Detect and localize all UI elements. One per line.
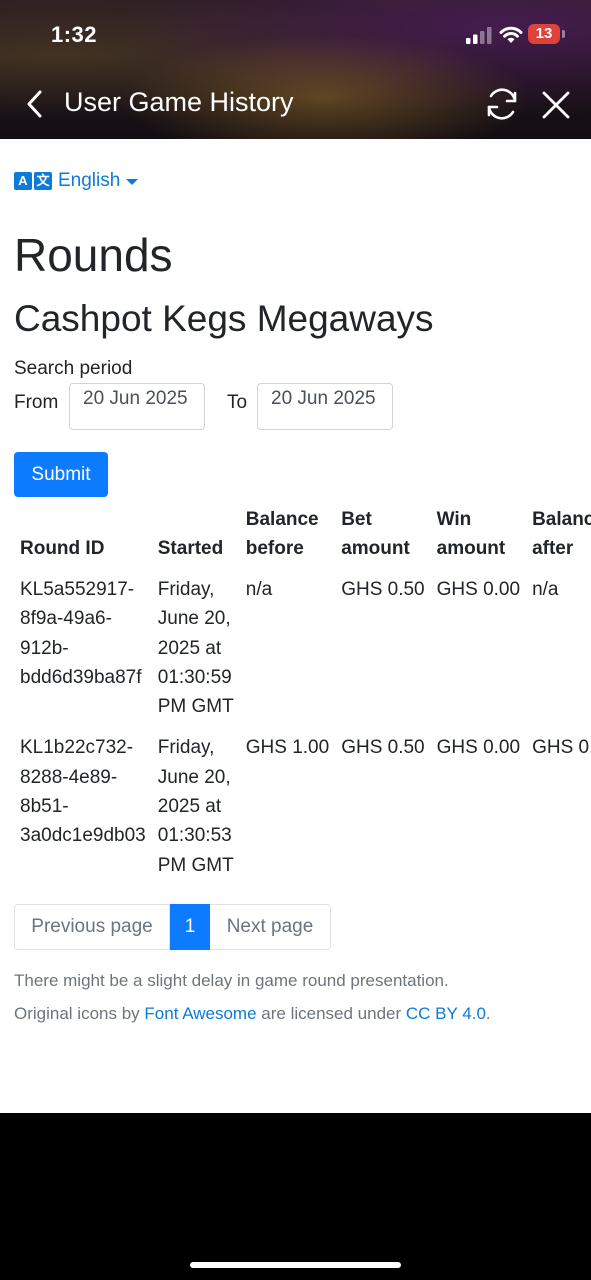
header-balance-after: Balance after [526, 501, 591, 569]
font-awesome-link[interactable]: Font Awesome [144, 1004, 256, 1023]
game-title: Cashpot Kegs Megaways [14, 298, 434, 339]
started-line: June 20, [157, 766, 231, 788]
started-line: Friday, [157, 737, 215, 759]
balance-before-cell: GHS 1.00 [245, 737, 330, 759]
language-selector[interactable]: A 文 English [14, 168, 139, 194]
started-cell: Friday, June 20, 2025 at 01:30:59 PM GMT [152, 569, 240, 727]
to-date-input[interactable]: 20 Jun 2025 [257, 383, 393, 430]
search-period-label: Search period [14, 358, 133, 379]
started-line: 2025 at [157, 637, 222, 659]
table-row[interactable]: KL1b22c732- 8288-4e89- 8b51- 3a0dc1e9db0… [14, 727, 591, 885]
header-round-id: Round ID [20, 538, 105, 559]
rounds-table: Round ID Started Balance before Bet amou… [14, 501, 591, 886]
battery-icon: 13 [528, 24, 566, 46]
license-link[interactable]: CC BY 4.0 [406, 1004, 486, 1023]
win-amount-cell: GHS 0.00 [436, 579, 521, 600]
header-bet-line1: Bet [341, 509, 372, 530]
header-balance-before: Balance before [240, 501, 335, 569]
table-row[interactable]: KL5a552917- 8f9a-49a6- 912b- bdd6d39ba87… [14, 569, 591, 727]
round-id-line: bdd6d39ba87f [20, 666, 142, 688]
header-balance-after-line1: Balance [532, 509, 591, 530]
translate-icon-latin: A [14, 172, 32, 190]
started-line: 01:30:53 [157, 825, 232, 847]
balance-after-cell: GHS 0.50 [532, 737, 591, 759]
next-page-button[interactable]: Next page [210, 904, 331, 950]
started-cell: Friday, June 20, 2025 at 01:30:53 PM GMT [152, 727, 240, 885]
translate-icon: A 文 [14, 172, 54, 190]
page-title: Rounds [14, 229, 173, 281]
header-started: Started [157, 538, 224, 559]
bet-amount-cell: GHS 0.50 [341, 737, 425, 759]
started-line: 2025 at [157, 796, 222, 818]
started-line: June 20, [157, 608, 231, 630]
translate-icon-cjk: 文 [34, 172, 52, 190]
cellular-signal-icon [466, 27, 492, 44]
to-label: To [227, 392, 248, 413]
from-date-input[interactable]: 20 Jun 2025 [69, 383, 205, 430]
battery-cap [562, 30, 565, 38]
header-win-line2: amount [436, 538, 506, 559]
header-balance-before-line1: Balance [245, 509, 319, 530]
header-balance-after-line2: after [532, 538, 574, 559]
header-balance-before-line2: before [245, 538, 304, 559]
round-id-cell: KL5a552917- 8f9a-49a6- 912b- bdd6d39ba87… [14, 569, 152, 727]
bet-amount-cell: GHS 0.50 [341, 579, 425, 600]
header-win-amount: Win amount [431, 501, 526, 569]
app-header: 1:32 13 User Game History [0, 0, 591, 139]
round-id-line: KL1b22c732- [20, 737, 134, 759]
header-win-line1: Win [436, 509, 472, 530]
balance-before-cell: n/a [245, 579, 273, 600]
wifi-icon [499, 26, 523, 43]
header-bet-amount: Bet amount [335, 501, 430, 569]
balance-after-cell: n/a [532, 579, 559, 600]
page-content: A 文 English Rounds Cashpot Kegs Megaways… [0, 139, 591, 1113]
started-line: 01:30:59 [157, 666, 232, 688]
status-time: 1:32 [51, 22, 98, 47]
round-id-line: 8288-4e89- [20, 766, 118, 788]
round-id-cell: KL1b22c732- 8288-4e89- 8b51- 3a0dc1e9db0… [14, 727, 152, 885]
credits-middle: are licensed under [261, 1004, 402, 1023]
round-id-line: 8f9a-49a6- [20, 608, 112, 630]
home-indicator[interactable] [190, 1262, 401, 1268]
started-line: PM GMT [157, 854, 234, 876]
header-bet-line2: amount [341, 538, 410, 559]
refresh-icon[interactable] [484, 86, 520, 122]
table-header-row: Round ID Started Balance before Bet amou… [14, 501, 591, 569]
language-label: English [58, 170, 121, 191]
credits-prefix: Original icons by [14, 1004, 140, 1023]
back-chevron-icon[interactable] [24, 90, 46, 118]
current-page-button[interactable]: 1 [170, 904, 210, 950]
caret-down-icon [126, 179, 139, 185]
round-id-line: 3a0dc1e9db03 [20, 825, 146, 847]
round-id-line: KL5a552917- [20, 579, 135, 600]
started-line: PM GMT [157, 696, 234, 718]
credits-text: Original icons by Font Awesome are licen… [14, 1001, 494, 1027]
win-amount-cell: GHS 0.00 [436, 737, 521, 759]
close-icon[interactable] [541, 90, 571, 120]
previous-page-button[interactable]: Previous page [14, 904, 170, 950]
started-line: Friday, [157, 579, 215, 600]
credits-suffix: . [485, 1004, 491, 1023]
pagination: Previous page 1 Next page [14, 904, 331, 950]
from-label: From [14, 392, 59, 413]
header-title: User Game History [64, 87, 294, 117]
round-id-line: 912b- [20, 637, 69, 659]
delay-note: There might be a slight delay in game ro… [14, 971, 449, 990]
submit-button[interactable]: Submit [14, 452, 108, 497]
battery-level: 13 [528, 24, 560, 44]
round-id-line: 8b51- [20, 796, 69, 818]
